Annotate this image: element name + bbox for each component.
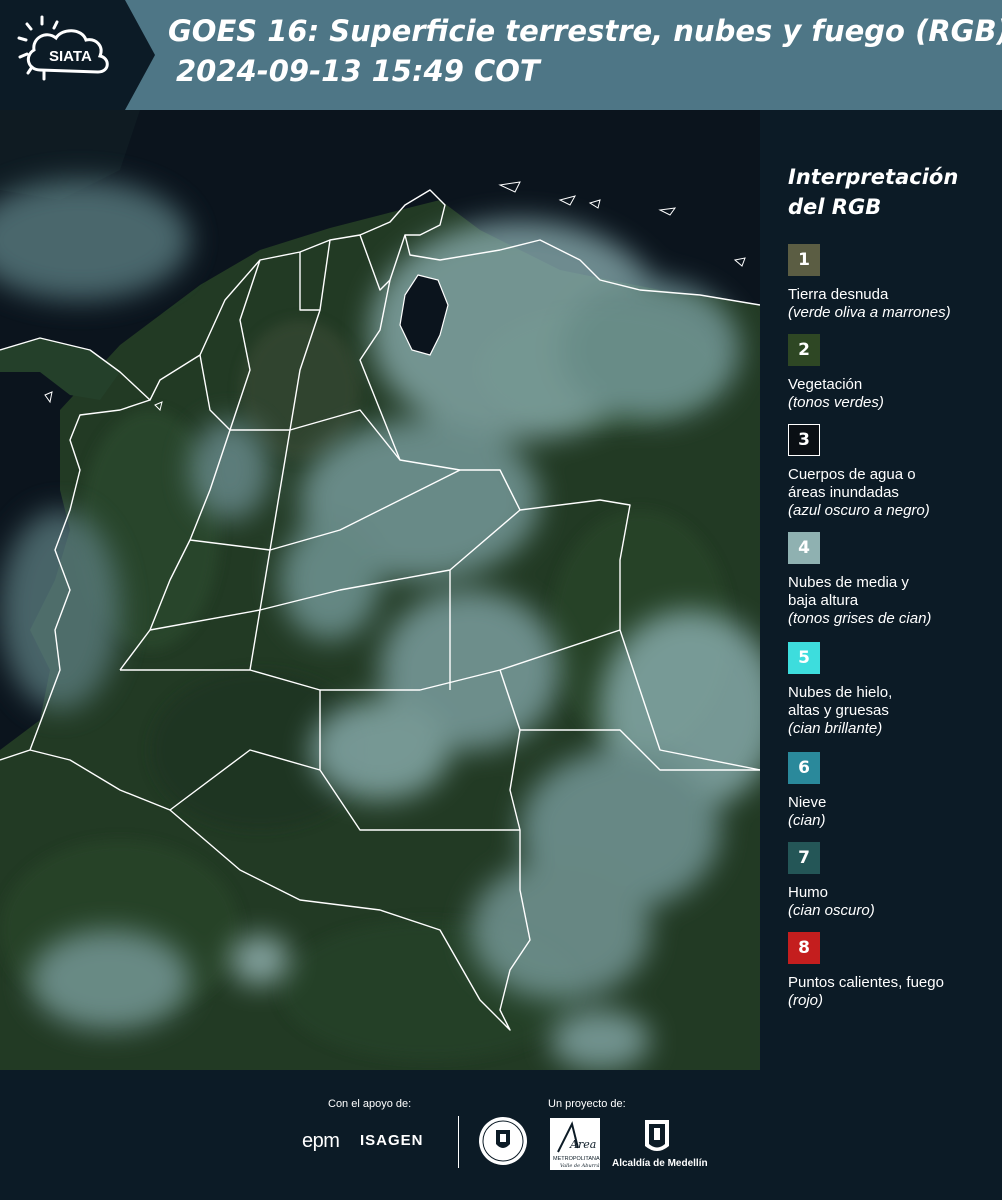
legend-item-desc: (tonos grises de cian): [788, 610, 932, 627]
legend-item: 4 Nubes de media y baja altura (tonos gr…: [788, 532, 998, 628]
legend-item: 7 Humo (cian oscuro): [788, 842, 998, 920]
legend-item-label: Nubes de media y baja altura: [788, 574, 909, 609]
footer-divider: [458, 1116, 459, 1168]
legend-swatch: 4: [788, 532, 820, 564]
legend-item-desc: (cian brillante): [788, 720, 883, 737]
page-timestamp: 2024-09-13 15:49 COT: [176, 54, 540, 88]
medellin-label: Alcaldía de Medellín: [612, 1158, 708, 1169]
page-title: GOES 16: Superficie terrestre, nubes y f…: [168, 14, 1002, 48]
legend-item-desc: (verde oliva a marrones): [788, 304, 951, 321]
siata-logo: SIATA: [0, 0, 155, 110]
legend-item: 5 Nubes de hielo, altas y gruesas (cian …: [788, 642, 998, 738]
svg-text:SIATA: SIATA: [49, 48, 92, 65]
legend-item: 3 Cuerpos de agua o áreas inundadas (azu…: [788, 424, 998, 520]
legend-item-label: Puntos calientes, fuego: [788, 974, 944, 991]
area-metropolitana-logo: Área METROPOLITANA Valle de Aburrá: [550, 1118, 600, 1170]
legend-swatch: 8: [788, 932, 820, 964]
legend-swatch: 2: [788, 334, 820, 366]
legend-item-desc: (cian oscuro): [788, 902, 875, 919]
svg-text:Valle de Aburrá: Valle de Aburrá: [560, 1162, 599, 1169]
header-bar: SIATA GOES 16: Superficie terrestre, nub…: [0, 0, 1002, 110]
legend-swatch: 5: [788, 642, 820, 674]
epm-logo: epm: [302, 1130, 340, 1152]
legend-item-desc: (azul oscuro a negro): [788, 502, 930, 519]
legend-item: 6 Nieve (cian): [788, 752, 998, 830]
legend-swatch: 7: [788, 842, 820, 874]
isagen-logo: ISAGEN: [360, 1132, 424, 1149]
legend-item-label: Tierra desnuda: [788, 286, 889, 303]
svg-text:METROPOLITANA: METROPOLITANA: [553, 1156, 600, 1162]
legend-swatch: 1: [788, 244, 820, 276]
satellite-map: [0, 110, 760, 1070]
legend-item-desc: (rojo): [788, 992, 824, 1009]
legend-swatch: 3: [788, 424, 820, 456]
footer: Con el apoyo de: Un proyecto de: epm ISA…: [0, 1070, 1002, 1200]
legend-item-label: Cuerpos de agua o áreas inundadas: [788, 466, 916, 501]
legend-panel: Interpretación del RGB 1 Tierra desnuda …: [760, 110, 1002, 1070]
legend-item-label: Humo: [788, 884, 829, 901]
legend-item: 2 Vegetación (tonos verdes): [788, 334, 998, 412]
university-seal-icon: [479, 1117, 527, 1165]
svg-text:Área: Área: [569, 1137, 596, 1151]
legend-item-desc: (cian): [788, 812, 826, 829]
legend-item: 1 Tierra desnuda (verde oliva a marrones…: [788, 244, 998, 322]
legend-item-desc: (tonos verdes): [788, 394, 884, 411]
legend-item: 8 Puntos calientes, fuego (rojo): [788, 932, 998, 1010]
legend-title: Interpretación del RGB: [788, 165, 959, 219]
project-label: Un proyecto de:: [548, 1098, 626, 1110]
support-label: Con el apoyo de:: [328, 1098, 412, 1110]
legend-item-label: Nubes de hielo, altas y gruesas: [788, 684, 893, 719]
legend-item-label: Vegetación: [788, 376, 863, 393]
legend-item-label: Nieve: [788, 794, 827, 811]
legend-swatch: 6: [788, 752, 820, 784]
